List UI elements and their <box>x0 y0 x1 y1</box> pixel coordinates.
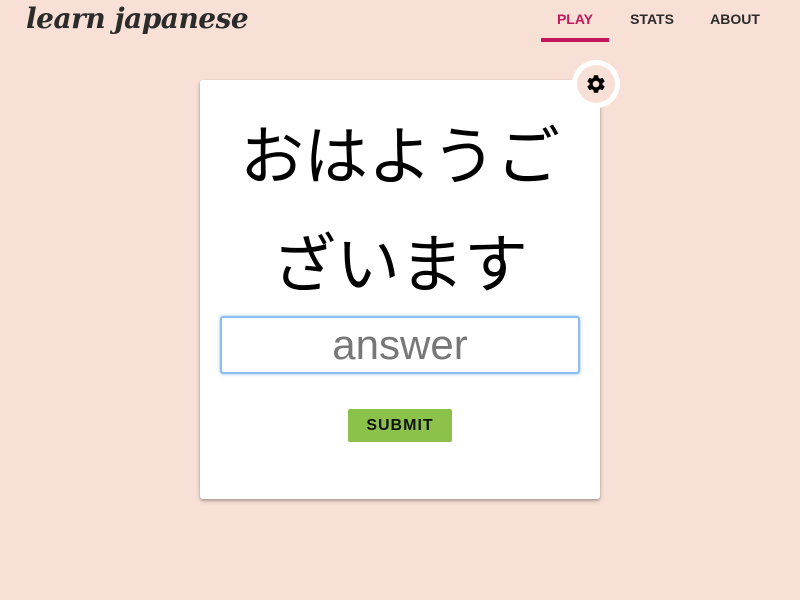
nav-about-tab[interactable]: ABOUT <box>700 0 770 42</box>
settings-button[interactable] <box>572 60 620 108</box>
app-logo: learn japanese <box>26 2 249 35</box>
nav-play-label: PLAY <box>556 11 594 27</box>
active-tab-indicator <box>541 38 609 42</box>
japanese-prompt: おはようございます <box>240 121 560 303</box>
gear-icon <box>587 75 605 93</box>
settings-button-inner <box>577 65 615 103</box>
app-root: learn japanese PLAY STATS ABOUT おはようございま… <box>0 0 800 600</box>
nav-stats-tab[interactable]: STATS <box>620 0 684 42</box>
flashcard: おはようございます SUBMIT <box>200 80 600 499</box>
nav-play-tab[interactable]: PLAY <box>541 0 609 42</box>
nav-about-label: ABOUT <box>710 11 760 27</box>
submit-button[interactable]: SUBMIT <box>348 409 452 442</box>
answer-input[interactable] <box>220 316 580 374</box>
nav-stats-label: STATS <box>630 11 674 27</box>
